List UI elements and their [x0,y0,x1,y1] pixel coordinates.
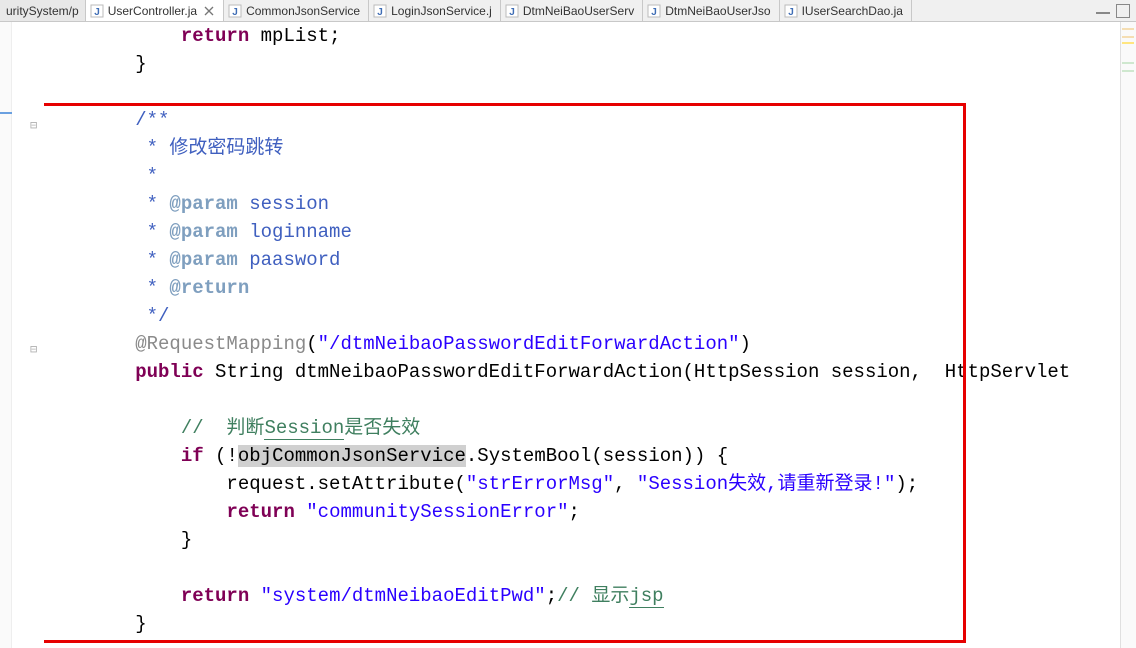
tab-loginjsonservice[interactable]: J LoginJsonService.j [369,0,501,21]
java-file-icon: J [228,4,242,18]
tab-label: CommonJsonService [246,4,360,18]
svg-text:J: J [377,7,383,18]
svg-text:J: J [509,7,515,18]
tab-iusersearchdao[interactable]: J IUserSearchDao.ja [780,0,912,21]
code-content: return mpList; } /** * 修改密码跳转 * * @param… [44,22,1070,638]
tab-label: UserController.ja [108,4,197,18]
fold-toggle-icon[interactable]: ⊟ [30,336,37,364]
svg-text:J: J [651,7,657,18]
view-controls [1090,0,1136,21]
java-file-icon: J [784,4,798,18]
tab-label: LoginJsonService.j [391,4,492,18]
code-editor[interactable]: return mpList; } /** * 修改密码跳转 * * @param… [44,22,1136,648]
svg-text:J: J [788,7,794,18]
maximize-view-icon[interactable] [1116,4,1130,18]
tab-label: DtmNeiBaoUserServ [523,4,634,18]
tab-commonjsonservice[interactable]: J CommonJsonService [224,0,369,21]
close-icon[interactable] [203,5,215,17]
fold-toggle-icon[interactable]: ⊟ [30,112,37,140]
java-file-icon: J [505,4,519,18]
tab-usercontroller[interactable]: J UserController.ja [86,0,224,21]
tab-dtmneibaouserserv[interactable]: J DtmNeiBaoUserServ [501,0,643,21]
tab-label: DtmNeiBaoUserJso [665,4,770,18]
editor-tabbar: uritySystem/p J UserController.ja J Comm… [0,0,1136,22]
java-file-icon: J [647,4,661,18]
tab-dtmneibaouserjso[interactable]: J DtmNeiBaoUserJso [643,0,779,21]
minimize-view-icon[interactable] [1096,8,1110,14]
tab-label: IUserSearchDao.ja [802,4,903,18]
editor-gutter: ⊟ ⊟ [0,22,44,648]
breadcrumb-fragment[interactable]: uritySystem/p [0,0,86,21]
svg-text:J: J [94,7,100,18]
overview-ruler[interactable] [1120,22,1136,648]
java-file-icon: J [90,4,104,18]
svg-text:J: J [232,7,238,18]
java-file-icon: J [373,4,387,18]
